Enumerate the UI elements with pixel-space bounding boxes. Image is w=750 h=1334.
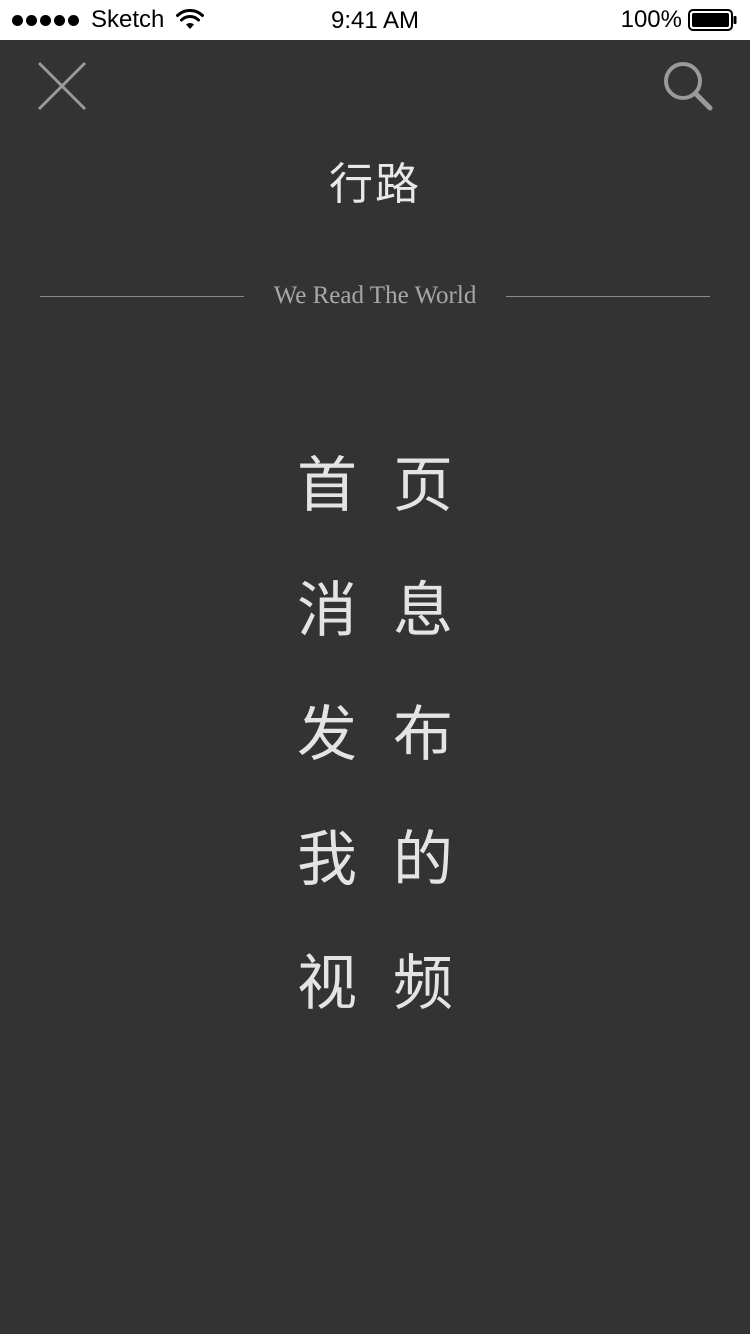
status-right: 100% bbox=[621, 0, 738, 40]
menu-item-mine[interactable]: 我的 bbox=[0, 824, 750, 949]
close-button[interactable] bbox=[36, 60, 88, 112]
menu-item-video[interactable]: 视频 bbox=[0, 948, 750, 1073]
menu-item-char: 频 bbox=[393, 949, 453, 1019]
status-bar: Sketch 9:41 AM 100% bbox=[0, 0, 750, 40]
menu-item-char: 息 bbox=[393, 575, 453, 646]
divider-right bbox=[506, 295, 711, 297]
status-left: Sketch bbox=[12, 0, 205, 40]
menu-item-char: 布 bbox=[393, 700, 453, 770]
menu-item-char: 首 bbox=[297, 451, 357, 521]
app-title: 行路 bbox=[329, 159, 421, 210]
wifi-icon bbox=[176, 9, 205, 31]
menu-item-char: 页 bbox=[393, 451, 453, 521]
menu-item-messages[interactable]: 消息 bbox=[0, 575, 750, 700]
menu-screen: Sketch 9:41 AM 100% 行路 We Read The World… bbox=[0, 0, 750, 1334]
menu-item-home[interactable]: 首页 bbox=[0, 450, 750, 575]
divider-left bbox=[40, 295, 244, 297]
menu-item-char: 的 bbox=[393, 824, 453, 895]
tagline-row: We Read The World bbox=[40, 280, 711, 312]
close-icon bbox=[37, 61, 87, 111]
search-button[interactable] bbox=[662, 60, 714, 112]
menu-item-publish[interactable]: 发布 bbox=[0, 699, 750, 824]
carrier-name: Sketch bbox=[91, 6, 165, 33]
signal-dots-icon bbox=[12, 14, 79, 26]
menu-item-char: 消 bbox=[297, 575, 357, 646]
search-icon bbox=[664, 62, 713, 111]
menu-item-char: 我 bbox=[297, 824, 357, 895]
battery-percent: 100% bbox=[620, 6, 682, 33]
main-menu: 首页 消息 发布 我的 视频 bbox=[0, 450, 750, 1073]
menu-item-char: 视 bbox=[297, 949, 357, 1019]
menu-item-char: 发 bbox=[297, 700, 357, 770]
tagline: We Read The World bbox=[273, 282, 477, 309]
battery-icon bbox=[688, 9, 738, 31]
